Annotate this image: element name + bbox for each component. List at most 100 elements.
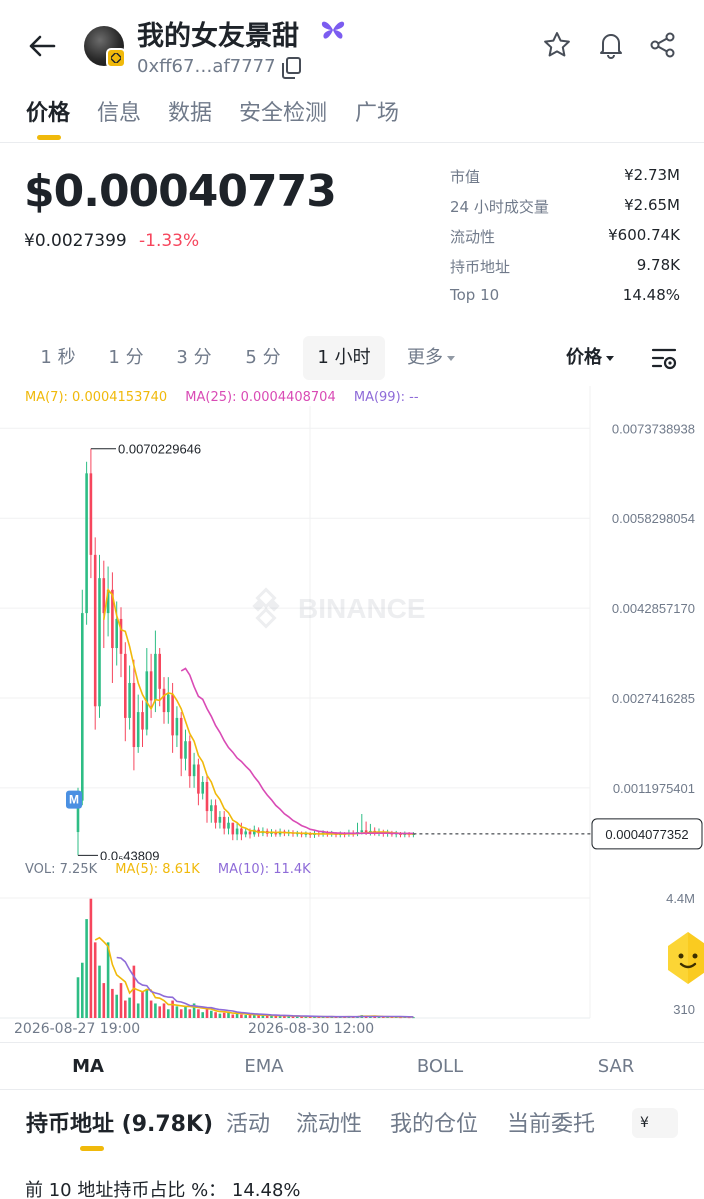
candle-body [175,717,179,736]
tab-open-orders[interactable]: 当前委托 [507,1106,595,1138]
stat-label: 流动性 [450,228,496,246]
candle-body [124,653,127,718]
x-axis-label-mid: 2026-08-30 12:00 [248,1021,375,1037]
interval-bar: 1 秒 1 分 3 分 5 分 1 小时 更多 价格 [0,336,704,382]
candle-body [222,816,226,829]
volume-bar [253,1015,256,1018]
assistant-mascot-icon[interactable] [664,930,704,986]
indicator-tab-boll[interactable]: BOLL [352,1043,528,1091]
high-price-label: 0.0070229646 [118,442,201,457]
volume-bar [257,1015,260,1018]
volume-bar [132,965,136,1018]
tab-underline [80,1146,104,1151]
price-cny: ¥0.0027399 [24,231,127,251]
indicator-tab-sar[interactable]: SAR [528,1043,704,1091]
vol-legend: VOL: 7.25K [25,862,98,877]
volume-bar [81,962,84,1018]
indicator-tab-ma[interactable]: MA [0,1043,176,1091]
candle-body [85,473,88,614]
candle-body [93,554,97,707]
volume-bar [93,942,97,1018]
candle-body [184,741,187,759]
candle-body [214,805,217,823]
price-type-selector[interactable]: 价格 [566,336,614,380]
volume-tick-label: 4.4M [666,891,695,906]
tab-data[interactable]: 数据 [168,95,212,127]
volume-bars [76,898,415,1019]
share-icon[interactable] [648,30,678,60]
volume-bar [210,1010,213,1018]
back-arrow-icon[interactable] [22,26,62,66]
vol-ma5-legend: MA(5): 8.61K [115,862,200,877]
chart-settings-icon[interactable] [650,346,678,376]
tab-holders[interactable]: 持币地址 (9.78K) [26,1106,213,1138]
chart-annotations: 0.0070229646 0.0₅43809 0.0004077352 M [66,442,703,860]
holder-tabs: 持币地址 (9.78K) 活动 流动性 我的仓位 当前委托 ¥ [0,1100,704,1152]
volume-bar [106,942,110,1018]
price-chart[interactable]: BINANCE 0.0073738938 0.0058298054 0.004285… [0,386,704,860]
stat-value: ¥2.65M [624,196,680,214]
y-axis-tick-label: 0.0042857170 [612,601,695,616]
stat-label: Top 10 [450,286,500,304]
bell-icon[interactable] [596,30,626,60]
stat-24h-volume: 24 小时成交量 ¥2.65M [450,196,680,226]
interval-5m[interactable]: 5 分 [233,336,293,380]
candle-body [192,764,196,777]
token-name: 我的女友景甜 [137,21,299,52]
candle-body [115,618,118,649]
volume-bar [119,983,123,1018]
stats-panel: 市值 ¥2.73M 24 小时成交量 ¥2.65M 流动性 ¥600.74K 持… [450,166,680,316]
tab-underline [37,135,61,140]
currency-toggle-button[interactable]: ¥ [632,1108,678,1138]
candle-body [231,822,235,835]
copy-icon[interactable] [280,56,302,84]
volume-bar [98,965,101,1018]
caret-down-icon [606,355,614,361]
candle-body [201,781,204,794]
volume-bar [136,1003,140,1018]
volume-bar [222,1012,226,1018]
candles [76,448,415,856]
indicator-tabs: MA EMA BOLL SAR [0,1042,704,1090]
interval-1m[interactable]: 1 分 [96,336,156,380]
ma99-legend: MA(99): -- [353,390,419,405]
vol-ma10-legend: MA(10): 11.4K [217,862,311,877]
tab-price[interactable]: 价格 [26,95,70,127]
y-axis-tick-label: 0.0058298054 [612,511,695,526]
volume-bar [175,1006,179,1018]
tab-square[interactable]: 广场 [355,95,399,127]
candle-body [179,717,183,759]
ma7-legend: MA(7): 0.0004153740 [25,390,168,405]
tab-my-position[interactable]: 我的仓位 [390,1106,478,1138]
tab-info[interactable]: 信息 [97,95,141,127]
candle-body [188,741,192,777]
volume-bar [158,1006,161,1018]
interval-1s[interactable]: 1 秒 [28,336,88,380]
volume-bar [145,988,149,1018]
top10-summary: 前 10 地址持币占比 %： 14.48% [25,1180,301,1199]
volume-tick-label: 310 [673,1002,695,1017]
star-icon[interactable] [542,30,572,60]
interval-1h[interactable]: 1 小时 [303,336,385,380]
interval-3m[interactable]: 3 分 [164,336,224,380]
tab-liquidity[interactable]: 流动性 [296,1106,362,1138]
indicator-tab-ema[interactable]: EMA [176,1043,352,1091]
volume-bar [102,983,106,1018]
volume-bar [240,1014,243,1018]
tab-activity[interactable]: 活动 [226,1106,270,1138]
volume-chart[interactable]: 4.4M 310 [0,860,704,1020]
interval-more[interactable]: 更多 [398,336,464,380]
tab-security[interactable]: 安全检测 [239,95,327,127]
volume-bar [179,1009,183,1018]
low-price-label: 0.0₅43809 [100,848,159,860]
marker-label: M [69,793,79,807]
volume-bar [235,1013,239,1018]
candle-body [102,578,106,614]
candle-body [158,653,161,689]
volume-bar [205,1009,209,1018]
candle-body [171,694,174,736]
volume-bar [141,991,144,1018]
butterfly-icon [320,18,346,46]
candle-body [360,830,364,833]
candle-body [81,613,84,801]
